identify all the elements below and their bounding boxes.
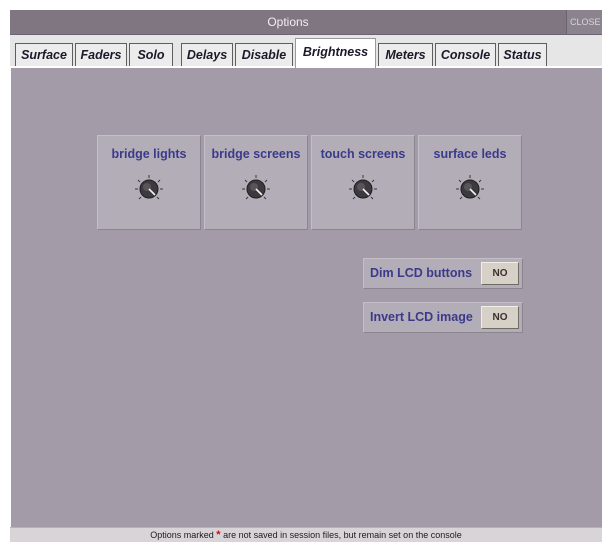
knob-label: touch screens xyxy=(320,147,406,161)
option-invert-lcd-image: Invert LCD image NO xyxy=(363,302,523,333)
knob-panel-surface-leds: surface leds xyxy=(418,135,522,230)
close-button[interactable]: CLOSE xyxy=(566,10,602,34)
option-label: Dim LCD buttons xyxy=(370,266,473,280)
knob-label: bridge screens xyxy=(211,147,301,161)
tab-meters[interactable]: Meters xyxy=(378,43,433,66)
knob-icon[interactable] xyxy=(455,174,485,204)
tab-faders[interactable]: Faders xyxy=(75,43,127,66)
knob-label: surface leds xyxy=(433,147,507,161)
status-text-start: Options marked xyxy=(150,530,214,540)
knob-icon[interactable] xyxy=(348,174,378,204)
tab-brightness[interactable]: Brightness xyxy=(295,38,376,68)
status-text-end: are not saved in session files, but rema… xyxy=(223,530,462,540)
knob-panel-touch-screens: touch screens xyxy=(311,135,415,230)
window-title: Options xyxy=(267,15,309,29)
tab-console[interactable]: Console xyxy=(435,43,496,66)
dim-lcd-toggle-button[interactable]: NO xyxy=(481,262,519,285)
tab-disable[interactable]: Disable xyxy=(235,43,293,66)
option-label: Invert LCD image xyxy=(370,310,473,324)
knob-panel-bridge-lights: bridge lights xyxy=(97,135,201,230)
unsaved-star-icon: * xyxy=(216,529,221,541)
knob-icon[interactable] xyxy=(241,174,271,204)
option-dim-lcd-buttons: Dim LCD buttons NO xyxy=(363,258,523,289)
knob-panel-bridge-screens: bridge screens xyxy=(204,135,308,230)
tab-delays[interactable]: Delays xyxy=(181,43,233,66)
status-bar: Options marked * are not saved in sessio… xyxy=(10,527,602,542)
tab-surface[interactable]: Surface xyxy=(15,43,73,66)
tab-solo[interactable]: Solo xyxy=(129,43,173,66)
status-message: Options marked * are not saved in sessio… xyxy=(10,528,602,542)
invert-lcd-toggle-button[interactable]: NO xyxy=(481,306,519,329)
tab-status[interactable]: Status xyxy=(498,43,547,66)
knob-label: bridge lights xyxy=(111,147,187,161)
knob-icon[interactable] xyxy=(134,174,164,204)
title-bar: Options CLOSE xyxy=(10,10,602,35)
options-window: Options CLOSE Surface Faders Solo Delays… xyxy=(10,10,602,542)
